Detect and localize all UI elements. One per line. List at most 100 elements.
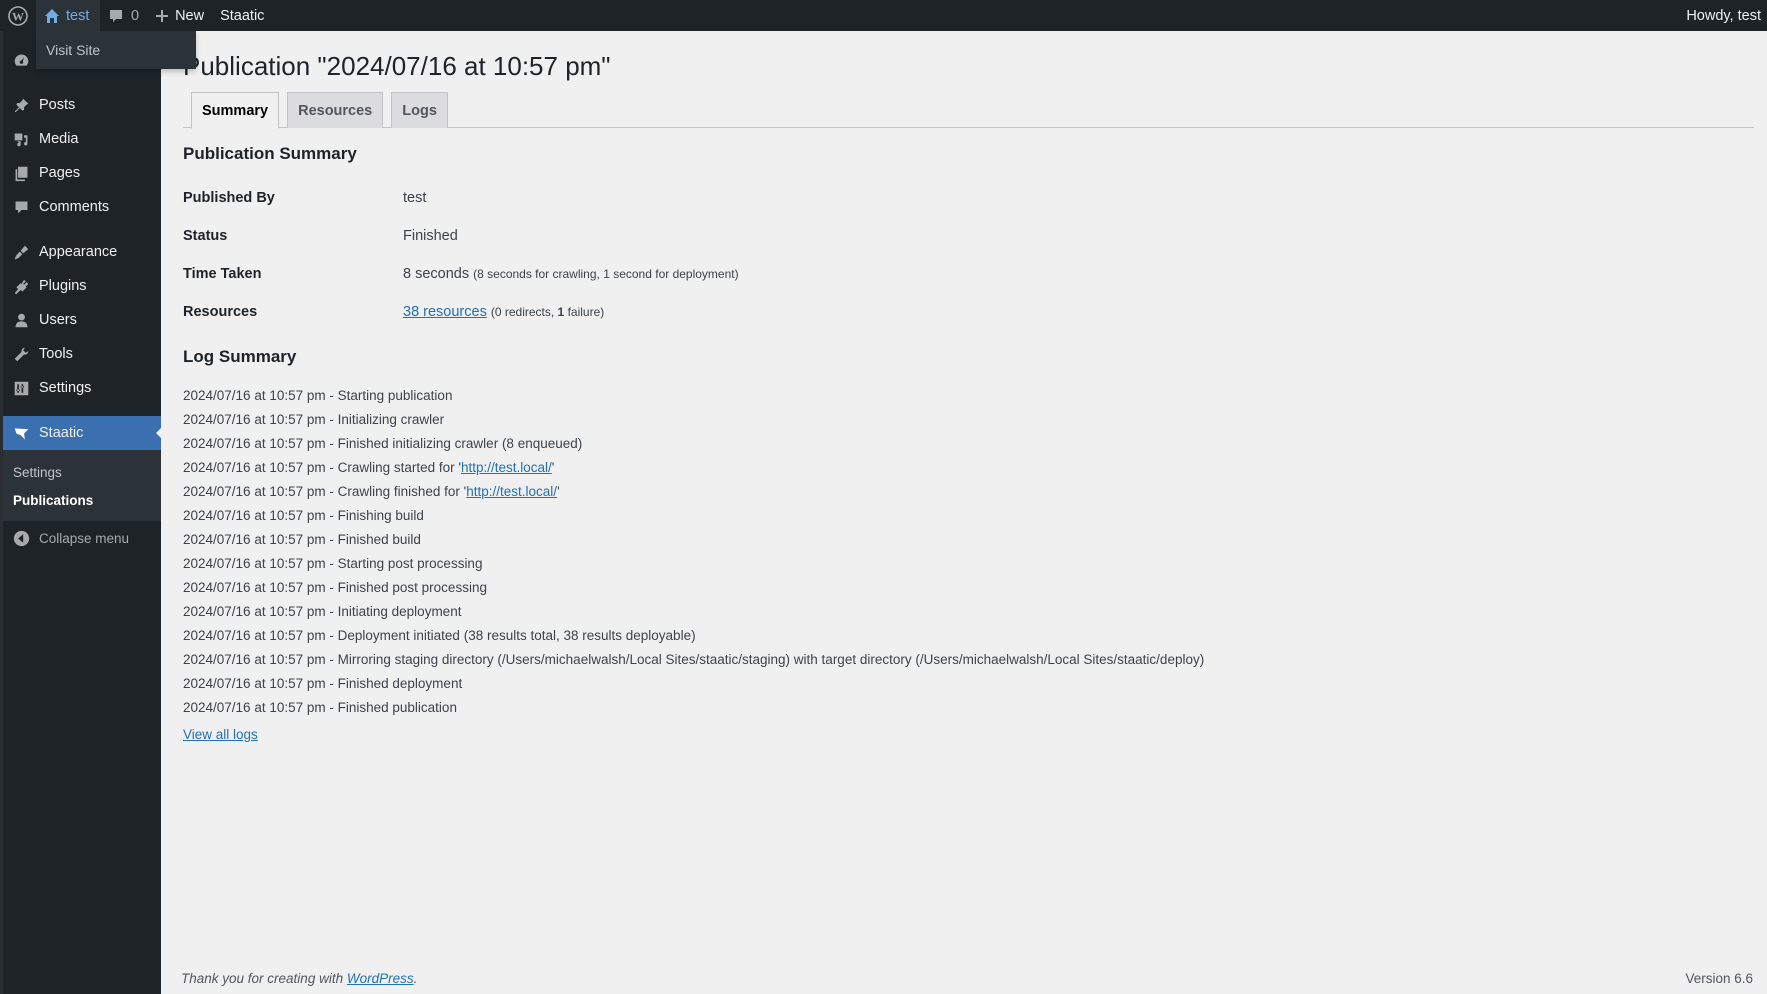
site-name-dropdown: Visit Site bbox=[36, 31, 196, 69]
summary-row-resources: Resources 38 resources (0 redirects, 1 f… bbox=[183, 304, 604, 320]
log-entry: 2024/07/16 at 10:57 pm - Finished deploy… bbox=[183, 672, 1204, 696]
tab-logs[interactable]: Logs bbox=[391, 92, 448, 128]
staatic-admin-bar-item[interactable]: Staatic bbox=[212, 0, 272, 31]
collapse-arrow-icon bbox=[13, 530, 29, 546]
sidebar-item-posts[interactable]: Posts bbox=[3, 88, 161, 122]
sidebar-item-label: Pages bbox=[39, 165, 81, 181]
log-message-suffix: ' bbox=[557, 484, 560, 499]
log-message: Deployment initiated (38 results total, … bbox=[337, 628, 696, 643]
wrench-icon bbox=[14, 347, 28, 361]
log-entry: 2024/07/16 at 10:57 pm - Initiating depl… bbox=[183, 600, 1204, 624]
log-url-link[interactable]: http://test.local/ bbox=[461, 460, 552, 475]
wordpress-logo-icon: W bbox=[8, 5, 28, 26]
tab-bar: Summary Resources Logs bbox=[183, 92, 1754, 129]
wordpress-logo-button[interactable]: W bbox=[0, 0, 36, 31]
tab-resources[interactable]: Resources bbox=[287, 92, 384, 128]
page-title: Publication "2024/07/16 at 10:57 pm" bbox=[183, 51, 611, 81]
home-icon bbox=[45, 8, 59, 23]
sidebar-item-media[interactable]: Media bbox=[3, 122, 161, 156]
dashboard-icon bbox=[14, 54, 28, 66]
log-message: Mirroring staging directory (/Users/mich… bbox=[337, 652, 1205, 667]
log-url-link[interactable]: http://test.local/ bbox=[466, 484, 557, 499]
log-list: 2024/07/16 at 10:57 pm - Starting public… bbox=[183, 384, 1204, 720]
sidebar-item-label: Plugins bbox=[39, 278, 87, 294]
collapse-menu-button[interactable]: Collapse menu bbox=[3, 521, 161, 555]
summary-row-published-by: Published By test bbox=[183, 190, 426, 206]
log-timestamp: 2024/07/16 at 10:57 pm - bbox=[183, 676, 338, 691]
media-icon bbox=[14, 133, 27, 146]
log-timestamp: 2024/07/16 at 10:57 pm - bbox=[183, 532, 338, 547]
sidebar-item-label: Staatic bbox=[39, 425, 84, 441]
sidebar-item-staatic[interactable]: Staatic bbox=[3, 416, 164, 450]
log-message: Crawling finished for ' bbox=[337, 484, 467, 499]
summary-label: Time Taken bbox=[183, 266, 262, 282]
submenu-item-settings[interactable]: Settings bbox=[3, 459, 161, 487]
log-message: Starting publication bbox=[337, 388, 453, 403]
status-value: Finished bbox=[403, 228, 458, 244]
log-timestamp: 2024/07/16 at 10:57 pm - bbox=[183, 388, 338, 403]
svg-text:W: W bbox=[12, 9, 24, 23]
log-message: Crawling started for ' bbox=[337, 460, 461, 475]
footer-version: Version 6.6 bbox=[1685, 971, 1753, 986]
sidebar-item-pages[interactable]: Pages bbox=[3, 156, 161, 190]
sidebar-item-plugins[interactable]: Plugins bbox=[3, 269, 161, 303]
log-message: Initiating deployment bbox=[337, 604, 462, 619]
time-taken-value: 8 seconds (8 seconds for crawling, 1 sec… bbox=[403, 266, 739, 282]
resources-value: 38 resources (0 redirects, 1 failure) bbox=[403, 304, 604, 320]
summary-label: Published By bbox=[183, 190, 275, 206]
log-entry: 2024/07/16 at 10:57 pm - Mirroring stagi… bbox=[183, 648, 1204, 672]
log-timestamp: 2024/07/16 at 10:57 pm - bbox=[183, 580, 338, 595]
time-taken-detail: (8 seconds for crawling, 1 second for de… bbox=[473, 267, 739, 281]
staatic-submenu: Settings Publications bbox=[3, 450, 161, 521]
log-message: Finished deployment bbox=[337, 676, 463, 691]
pages-icon bbox=[15, 166, 27, 181]
wordpress-link[interactable]: WordPress bbox=[347, 971, 414, 986]
site-name-menu[interactable]: test bbox=[36, 0, 100, 31]
sidebar-item-tools[interactable]: Tools bbox=[3, 337, 161, 371]
main-content: Publication "2024/07/16 at 10:57 pm" Sum… bbox=[161, 31, 1767, 994]
footer-thanks-suffix: . bbox=[413, 971, 418, 986]
paintbrush-icon bbox=[14, 245, 28, 259]
sidebar-item-appearance[interactable]: Appearance bbox=[3, 235, 161, 269]
sidebar-item-comments[interactable]: Comments bbox=[3, 190, 161, 224]
plus-icon bbox=[156, 9, 169, 22]
log-entry: 2024/07/16 at 10:57 pm - Crawling finish… bbox=[183, 480, 1204, 504]
view-all-logs-link[interactable]: View all logs bbox=[183, 727, 258, 742]
log-summary-heading: Log Summary bbox=[183, 347, 297, 366]
new-content-menu[interactable]: New bbox=[147, 0, 212, 31]
comment-icon bbox=[110, 9, 122, 22]
staatic-icon bbox=[14, 427, 28, 439]
comments-count: 0 bbox=[131, 7, 140, 24]
comments-menu[interactable]: 0 bbox=[100, 0, 147, 31]
tab-summary[interactable]: Summary bbox=[191, 92, 280, 129]
site-name-label: test bbox=[66, 7, 90, 24]
log-entry: 2024/07/16 at 10:57 pm - Finished initia… bbox=[183, 432, 1204, 456]
sidebar-item-label: Appearance bbox=[39, 244, 118, 260]
plugin-icon bbox=[14, 279, 28, 294]
submenu-item-publications[interactable]: Publications bbox=[3, 487, 161, 515]
sidebar-item-label: Posts bbox=[39, 97, 76, 113]
summary-label: Status bbox=[183, 228, 228, 244]
visit-site-link[interactable]: Visit Site bbox=[46, 42, 100, 58]
log-entry: 2024/07/16 at 10:57 pm - Initializing cr… bbox=[183, 408, 1204, 432]
summary-row-status: Status Finished bbox=[183, 228, 458, 244]
resources-detail-prefix: (0 redirects, bbox=[490, 305, 558, 319]
greeting-label: Howdy, test bbox=[1686, 7, 1761, 24]
log-timestamp: 2024/07/16 at 10:57 pm - bbox=[183, 484, 338, 499]
staatic-label: Staatic bbox=[220, 7, 265, 24]
sidebar-item-users[interactable]: Users bbox=[3, 303, 161, 337]
log-timestamp: 2024/07/16 at 10:57 pm - bbox=[183, 460, 338, 475]
resources-link[interactable]: 38 resources bbox=[403, 304, 487, 320]
resources-detail: (0 redirects, 1 failure) bbox=[491, 305, 604, 319]
log-timestamp: 2024/07/16 at 10:57 pm - bbox=[183, 604, 338, 619]
log-timestamp: 2024/07/16 at 10:57 pm - bbox=[183, 700, 338, 715]
summary-row-time-taken: Time Taken 8 seconds (8 seconds for craw… bbox=[183, 266, 739, 282]
sidebar-item-label: Settings bbox=[39, 380, 92, 396]
log-message: Finished post processing bbox=[337, 580, 487, 595]
sidebar-item-settings[interactable]: Settings bbox=[3, 371, 161, 405]
log-timestamp: 2024/07/16 at 10:57 pm - bbox=[183, 436, 338, 451]
collapse-menu-label: Collapse menu bbox=[39, 530, 130, 546]
my-account-menu[interactable]: Howdy, test bbox=[1678, 0, 1767, 31]
new-label: New bbox=[175, 7, 205, 24]
comment-icon bbox=[15, 201, 27, 213]
